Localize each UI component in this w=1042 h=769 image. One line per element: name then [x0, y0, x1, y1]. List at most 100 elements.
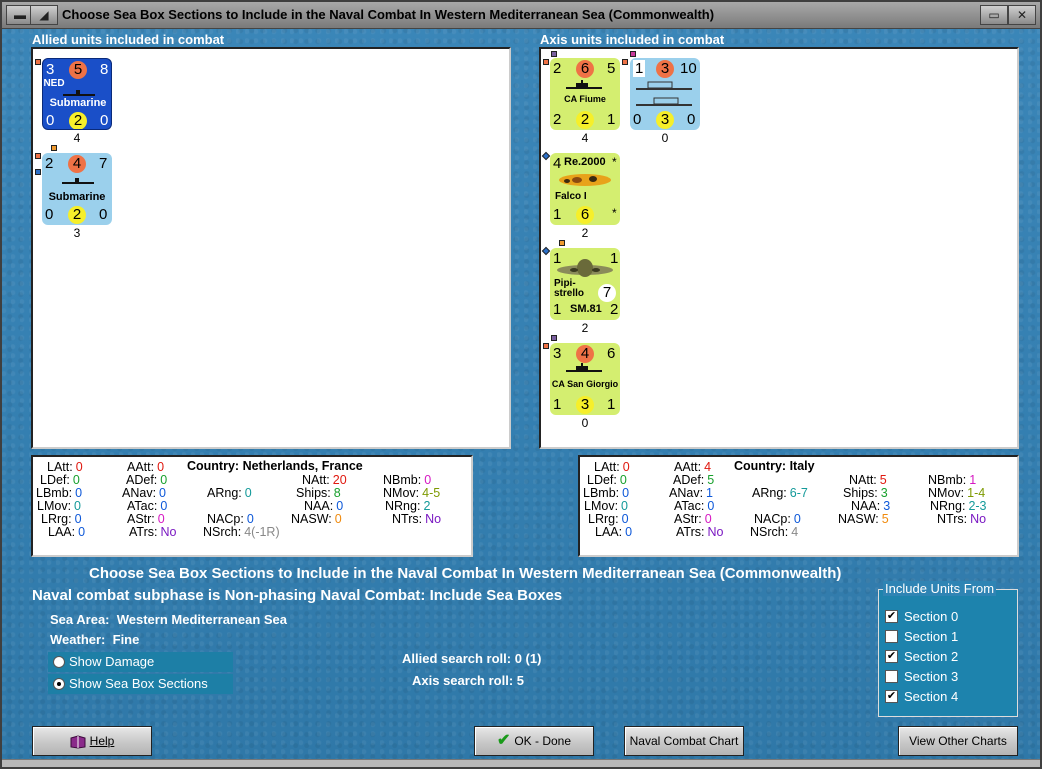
- section-2-checkbox[interactable]: ✔: [885, 650, 898, 663]
- stat-value: 0: [244, 486, 252, 500]
- stat-value: No: [707, 525, 724, 539]
- cruiser-icon: [566, 363, 602, 372]
- maximize-button[interactable]: ▭: [980, 5, 1008, 25]
- stat-label: ARng:: [752, 486, 787, 500]
- stat-label: LDef:: [587, 473, 617, 487]
- unit-counter-sm81[interactable]: 1 1 Pipi- strello 7 1 SM.81 2: [550, 248, 620, 320]
- stat-value: 0: [160, 473, 168, 487]
- unit-counter-ned-submarine[interactable]: 3 5 8 NED Submarine 0 2 0: [42, 58, 112, 130]
- axis-roll-value: 5: [516, 673, 525, 688]
- stat-value: 0: [157, 460, 165, 474]
- stat-label: AStr:: [127, 512, 155, 526]
- stat-value: No: [160, 525, 177, 539]
- axis-search-roll: Axis search roll: 5: [412, 673, 524, 688]
- stat-label: ARng:: [207, 486, 242, 500]
- convoy-icon: [636, 81, 692, 106]
- stat-label: NACp:: [207, 512, 244, 526]
- main-window: ▬ ◢ Choose Sea Box Sections to Include i…: [0, 0, 1042, 769]
- stat-value: 0: [619, 473, 627, 487]
- stat-label: AAtt:: [674, 460, 702, 474]
- sea-area-label: Sea Area:: [50, 612, 110, 627]
- section-label: Section 3: [904, 669, 959, 684]
- unit-counter-convoy[interactable]: 1 3 10 0 3 0: [630, 58, 700, 130]
- stat-label: ANav:: [669, 486, 704, 500]
- stat-label: ADef:: [126, 473, 158, 487]
- weather-value: Fine: [112, 632, 140, 647]
- submarine-icon: [63, 90, 95, 96]
- stat-value: 2-3: [968, 499, 987, 513]
- stat-label: LAtt:: [47, 460, 73, 474]
- stat-value: 0: [75, 486, 83, 500]
- stat-label: ATac:: [127, 499, 158, 513]
- stat-value: 0: [707, 499, 715, 513]
- ok-done-button[interactable]: ✔ OK - Done: [474, 726, 594, 756]
- stat-label: ATac:: [674, 499, 705, 513]
- stat-label: LAA:: [595, 525, 623, 539]
- weather-label: Weather:: [50, 632, 106, 647]
- stat-label: NSrch:: [203, 525, 242, 539]
- stat-value: 0: [334, 512, 342, 526]
- book-icon: [70, 735, 86, 749]
- allied-stats-panel: LAtt: 0 LDef: 0 LBmb: 0 LMov: 0 LRrg: 0 LAA: 0…: [31, 455, 473, 557]
- country-value: Netherlands, France: [242, 459, 363, 473]
- stat-value: 2: [423, 499, 431, 513]
- section-label: Section 0: [904, 609, 959, 624]
- stat-label: LAA:: [48, 525, 76, 539]
- naval-combat-chart-button[interactable]: Naval Combat Chart: [624, 726, 744, 756]
- unit-counter-submarine[interactable]: 2 4 7 Submarine 0 2 0: [42, 153, 112, 225]
- stat-label: NTrs:: [392, 512, 423, 526]
- axis-units-panel: 2 6 5 CA Fiume 2 2 1 4 1 3 10 0 3 0 0 4 …: [539, 47, 1019, 449]
- submarine-icon: [62, 178, 94, 184]
- section-label: Section 2: [904, 649, 959, 664]
- section-0-checkbox[interactable]: ✔: [885, 610, 898, 623]
- unit-marker: [541, 151, 551, 161]
- stat-value: 20: [332, 473, 347, 487]
- restore-button[interactable]: ◢: [30, 5, 58, 25]
- help-button[interactable]: Help: [32, 726, 152, 756]
- unit-marker: [543, 343, 549, 349]
- allied-units-label: Allied units included in combat: [32, 32, 225, 47]
- show-damage-option[interactable]: Show Damage: [48, 652, 233, 672]
- stat-label: NAtt:: [302, 473, 330, 487]
- unit-marker: [630, 51, 636, 57]
- unit-marker: [51, 145, 57, 151]
- radio-show-damage[interactable]: [53, 656, 65, 668]
- stat-value: 0: [793, 512, 801, 526]
- cruiser-icon: [566, 80, 602, 89]
- section-3-checkbox[interactable]: [885, 670, 898, 683]
- stat-label: NAA:: [304, 499, 334, 513]
- allied-roll-label: Allied search roll:: [402, 651, 512, 666]
- stat-label: ADef:: [673, 473, 705, 487]
- section-4-checkbox[interactable]: ✔: [885, 690, 898, 703]
- stat-label: NRng:: [385, 499, 421, 513]
- unit-marker: [551, 51, 557, 57]
- stat-value: 0: [75, 460, 83, 474]
- stat-value: 0: [74, 499, 81, 513]
- radio-show-sea-box-sections[interactable]: [53, 678, 65, 690]
- unit-count: 4: [73, 131, 81, 145]
- unit-count: 4: [581, 131, 589, 145]
- unit-marker: [541, 246, 551, 256]
- help-label: Help: [89, 734, 115, 748]
- show-sea-box-sections-option[interactable]: Show Sea Box Sections: [48, 674, 233, 694]
- section-1-checkbox[interactable]: [885, 630, 898, 643]
- stat-value: No: [970, 512, 987, 526]
- stat-value: 8: [333, 486, 341, 500]
- close-button[interactable]: ✕: [1008, 5, 1036, 25]
- stat-label: LRrg:: [588, 512, 619, 526]
- unit-counter-ca-fiume[interactable]: 2 6 5 CA Fiume 2 2 1: [550, 58, 620, 130]
- stat-label: AAtt:: [127, 460, 155, 474]
- stat-label: LMov:: [584, 499, 619, 513]
- unit-counter-ca-san-giorgio[interactable]: 3 4 6 CA San Giorgio 1 3 1: [550, 343, 620, 415]
- view-other-charts-button[interactable]: View Other Charts: [898, 726, 1018, 756]
- stat-value: 0: [157, 512, 165, 526]
- stat-value: 0: [72, 473, 80, 487]
- stat-label: NAtt:: [849, 473, 877, 487]
- unit-counter-re2000[interactable]: 4 Re.2000 * Falco I 1 6 *: [550, 153, 620, 225]
- stat-value: 4(-1R): [244, 525, 280, 539]
- stat-label: Ships:: [296, 486, 331, 500]
- allied-search-roll: Allied search roll: 0 (1): [402, 651, 541, 666]
- stat-label: NMov:: [928, 486, 965, 500]
- axis-roll-label: Axis search roll:: [412, 673, 514, 688]
- stat-label: NBmb:: [383, 473, 422, 487]
